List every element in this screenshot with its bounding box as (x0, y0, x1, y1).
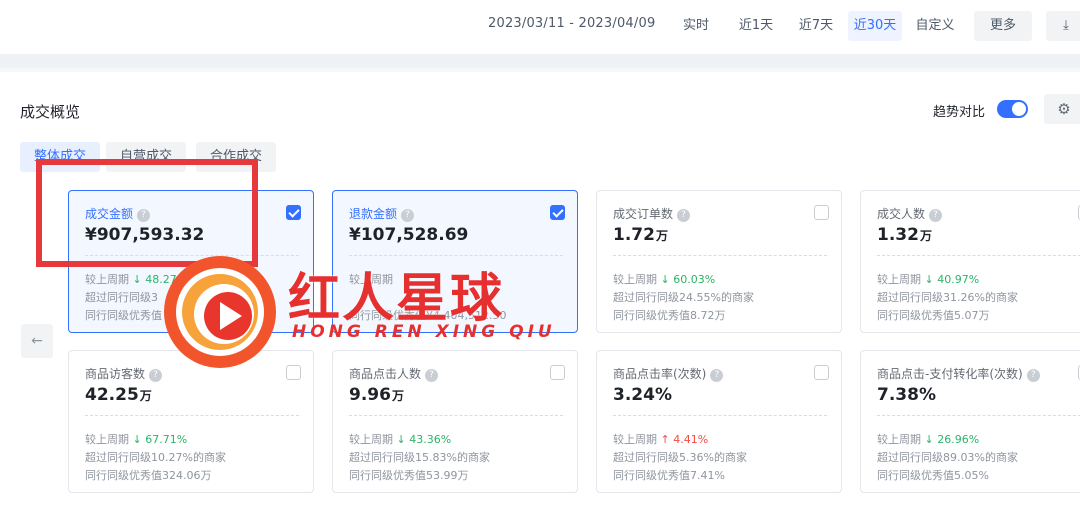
peer-excellent-value: 同行同级优秀值53.99万 (349, 469, 469, 482)
prev-arrow-button[interactable]: ← (21, 324, 53, 358)
metric-title: 成交订单数? (613, 205, 691, 222)
metric-value: 7.38% (877, 385, 936, 405)
help-icon[interactable]: ? (401, 209, 415, 222)
metric-title: 商品点击-支付转化率(次数)? (877, 365, 1040, 382)
range-1day-button[interactable]: 近1天 (728, 11, 784, 41)
metric-checkbox[interactable] (550, 365, 565, 380)
change-value: ↓ 40.97% (924, 273, 980, 286)
peer-rank: 超过同行同级31.26%的商家 (877, 291, 1018, 304)
peer-excellent-value: 同行同级优秀值324.06万 (85, 469, 212, 482)
metric-value: 9.96万 (349, 385, 404, 405)
period-compare: 较上周期 ↓ 60.03% (613, 273, 716, 286)
period-compare: 较上周期 ↓ 26.96% (877, 433, 980, 446)
change-value: ↓ 67.71% (132, 433, 188, 446)
metric-checkbox[interactable] (286, 365, 301, 380)
range-7day-button[interactable]: 近7天 (788, 11, 844, 41)
metric-value: 1.72万 (613, 225, 668, 245)
period-compare: 较上周期 ↑ 4.41% (613, 433, 709, 446)
metric-title: 商品点击人数? (349, 365, 439, 382)
more-button[interactable]: 更多 (974, 11, 1032, 41)
peer-rank: 超过同行同级10.27%的商家 (85, 451, 226, 464)
change-value: ↓ 43.36% (396, 433, 452, 446)
peer-excellent-value: 同行同级优秀值8.72万 (613, 309, 726, 322)
metric-value: 1.32万 (877, 225, 932, 245)
help-icon[interactable]: ? (677, 209, 691, 222)
help-icon[interactable]: ? (710, 369, 724, 382)
metric-checkbox[interactable] (286, 205, 301, 220)
gear-icon: ⚙ (1057, 100, 1071, 118)
help-icon[interactable]: ? (425, 369, 439, 382)
peer-excellent-value: 同行同级优秀值 (85, 309, 162, 322)
date-range-text[interactable]: 2023/03/11 - 2023/04/09 (488, 16, 655, 31)
metric-title: 成交人数? (877, 205, 943, 222)
peer-rank: 超过同行同级15.83%的商家 (349, 451, 490, 464)
peer-rank: 超过同行同级89.03%的商家 (877, 451, 1018, 464)
metric-card-click-rate[interactable]: 商品点击率(次数)? 3.24% 较上周期 ↑ 4.41% 超过同行同级5.36%的商… (596, 350, 842, 493)
help-icon[interactable]: ? (929, 209, 943, 222)
card-divider (613, 415, 827, 416)
peer-excellent-value: 同行同级优秀值5.05% (877, 469, 989, 482)
period-compare: 较上周期 ↓ 67.71% (85, 433, 188, 446)
trend-compare-toggle[interactable] (997, 100, 1028, 118)
card-divider (877, 415, 1080, 416)
metric-value: 42.25万 (85, 385, 152, 405)
metric-card-conversion-rate[interactable]: 商品点击-支付转化率(次数)? 7.38% 较上周期 ↓ 26.96% 超过同行同级8… (860, 350, 1080, 493)
download-icon: ⤓ (1063, 18, 1069, 33)
range-realtime-button[interactable]: 实时 (668, 11, 724, 41)
card-divider (613, 255, 827, 256)
watermark-logo-icon (164, 256, 276, 368)
settings-button[interactable]: ⚙ (1044, 94, 1080, 124)
metric-card-buyers[interactable]: 成交人数? 1.32万较上周期 ↓ 40.97% 超过同行同级31.26%的商家 同行… (860, 190, 1080, 333)
metric-checkbox[interactable] (814, 365, 829, 380)
annotation-highlight-box (36, 159, 258, 267)
metric-card-orders[interactable]: 成交订单数? 1.72万较上周期 ↓ 60.03% 超过同行同级24.55%的商家同… (596, 190, 842, 333)
change-value: ↓ 60.03% (660, 273, 716, 286)
card-divider (85, 415, 299, 416)
header-band-shadow (0, 68, 1080, 72)
period-compare: 较上周期 ↓ 40.97% (877, 273, 980, 286)
change-value: ↑ 4.41% (660, 433, 709, 446)
trend-compare-label: 趋势对比 (933, 105, 986, 120)
peer-rank: 超过同行同级24.55%的商家 (613, 291, 754, 304)
watermark-subtext: HONG REN XING QIU (292, 322, 556, 342)
peer-rank: 超过同行同级3 (85, 291, 158, 304)
help-icon[interactable]: ? (1026, 369, 1040, 382)
header-band (0, 54, 1080, 68)
peer-excellent-value: 同行同级优秀值7.41% (613, 469, 725, 482)
metric-value: ¥107,528.69 (349, 225, 469, 245)
peer-rank: 超过同行同级5.36%的商家 (613, 451, 747, 464)
card-divider (349, 415, 563, 416)
peer-excellent-value: 同行同级优秀值5.07万 (877, 309, 990, 322)
download-button[interactable]: ⤓ (1046, 11, 1080, 41)
metric-title: 商品点击率(次数)? (613, 365, 724, 382)
metric-checkbox[interactable] (550, 205, 565, 220)
metric-title: 退款金额? (349, 205, 415, 222)
period-compare: 较上周期 ↓ 43.36% (349, 433, 452, 446)
change-value: ↓ 26.96% (924, 433, 980, 446)
range-30day-button[interactable]: 近30天 (848, 11, 902, 41)
watermark-text: 红人星球 (288, 269, 505, 329)
section-title: 成交概览 (20, 103, 81, 121)
arrow-left-icon: ← (31, 333, 43, 349)
top-toolbar: 2023/03/11 - 2023/04/09 实时 近1天 近7天 近30天 … (0, 0, 1080, 54)
card-divider (877, 255, 1080, 256)
toggle-knob (1012, 102, 1026, 116)
range-custom-button[interactable]: 自定义 (906, 11, 964, 41)
metric-checkbox[interactable] (814, 205, 829, 220)
metric-card-click-users[interactable]: 商品点击人数? 9.96万较上周期 ↓ 43.36% 超过同行同级15.83%的商家… (332, 350, 578, 493)
metric-title: 商品访客数? (85, 365, 163, 382)
metric-value: 3.24% (613, 385, 672, 405)
